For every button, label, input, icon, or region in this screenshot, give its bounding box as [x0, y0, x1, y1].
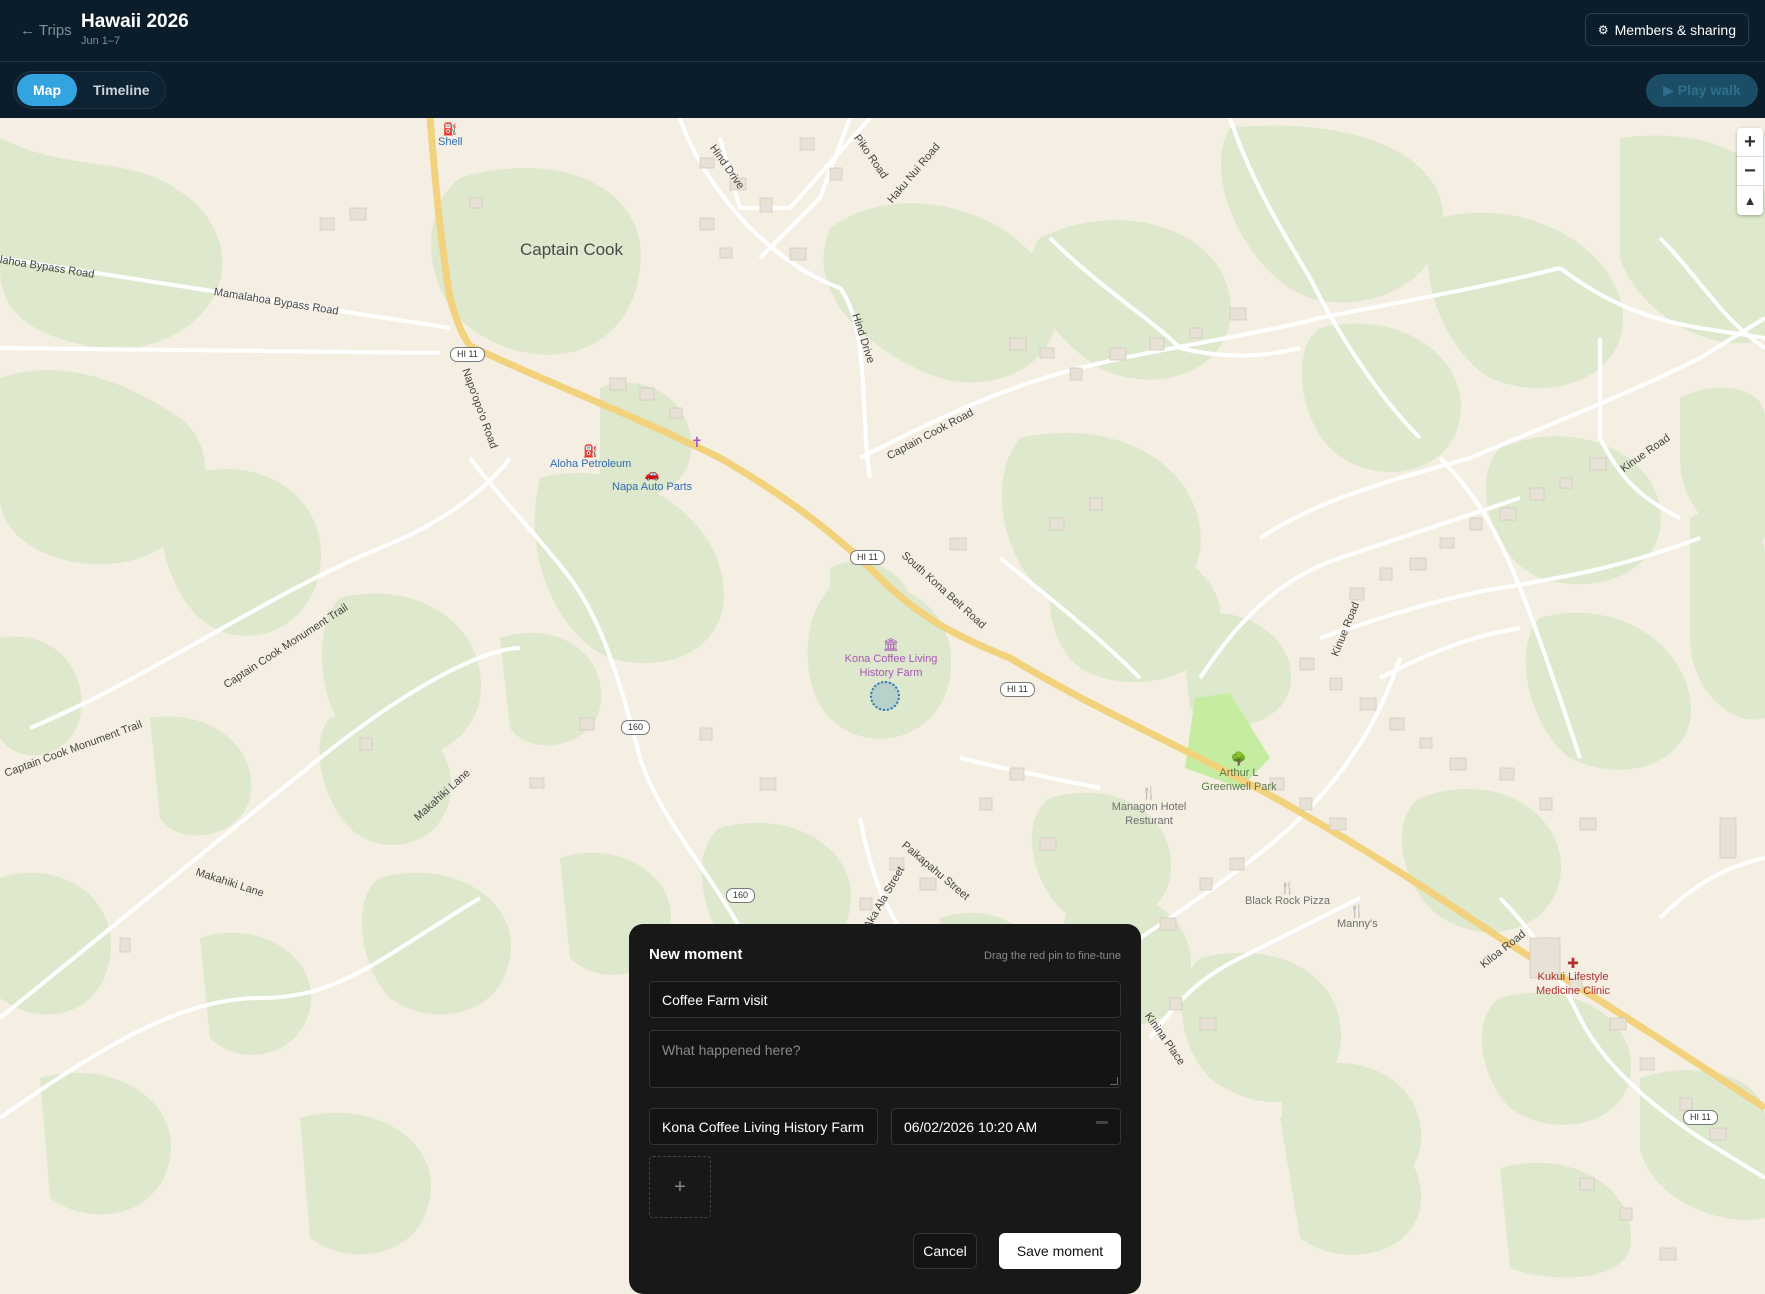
poi-napa-auto-parts[interactable]: 🚗 Napa Auto Parts [612, 467, 692, 493]
poi-label: Shell [438, 136, 463, 148]
poi-label: Kukui Lifestyle Medicine Clinic [1536, 971, 1610, 997]
zoom-control: + − ▲ [1737, 128, 1763, 215]
poi-greenwell-park[interactable]: 🌳 Arthur L Greenwell Park [1195, 752, 1283, 794]
zoom-in-button[interactable]: + [1737, 128, 1763, 157]
save-moment-button[interactable]: Save moment [999, 1233, 1121, 1269]
poi-mannys[interactable]: 🍴 Manny's [1337, 904, 1378, 930]
poi-label: Napa Auto Parts [612, 481, 693, 493]
compass-button[interactable]: ▲ [1737, 186, 1763, 215]
poi-label: Kona Coffee Living History Farm [844, 653, 938, 679]
car-icon: 🚗 [644, 467, 660, 481]
panel-title: New moment [649, 946, 743, 963]
poi-kukui-clinic[interactable]: ✚ Kukui Lifestyle Medicine Clinic [1533, 956, 1613, 998]
panel-hint: Drag the red pin to fine-tune [984, 950, 1121, 962]
restaurant-icon: 🍴 [1349, 904, 1365, 918]
poi-managon-hotel[interactable]: 🍴 Managon Hotel Resturant [1110, 786, 1188, 828]
gear-icon: ⚙ [1597, 22, 1609, 37]
poi-label: Manny's [1337, 918, 1378, 930]
tab-timeline[interactable]: Timeline [77, 74, 166, 106]
members-sharing-button[interactable]: ⚙ Members & sharing [1584, 13, 1749, 46]
route-shield: 160 [726, 888, 756, 903]
fuel-icon: ⛽ [442, 122, 458, 136]
zoom-out-button[interactable]: − [1737, 157, 1763, 186]
fuel-icon: ⛽ [583, 444, 599, 458]
notes-placeholder: What happened here? [662, 1042, 801, 1058]
location-pin[interactable] [870, 681, 900, 711]
restaurant-icon: 🍴 [1141, 786, 1157, 800]
poi-kona-coffee-farm[interactable]: 🏛 Kona Coffee Living History Farm [838, 638, 944, 680]
museum-icon: 🏛 [882, 637, 900, 652]
route-shield: 160 [621, 720, 651, 735]
church-icon: ✝ [691, 434, 703, 450]
tab-map[interactable]: Map [17, 74, 77, 106]
place-input[interactable]: Kona Coffee Living History Farm [649, 1108, 878, 1145]
poi-label: Managon Hotel Resturant [1111, 801, 1187, 827]
poi-label: Arthur L Greenwell Park [1201, 767, 1277, 793]
poi-label: Black Rock Pizza [1245, 895, 1330, 907]
new-moment-panel: New moment Drag the red pin to fine-tune… [629, 924, 1141, 1294]
route-shield: HI 11 [1683, 1110, 1718, 1125]
app-header: ← Trips Hawaii 2026 Jun 1–7 ⚙ Members & … [0, 0, 1765, 62]
resize-handle[interactable] [1110, 1077, 1118, 1085]
medical-cross-icon: ✚ [1567, 955, 1579, 971]
tree-icon: 🌳 [1230, 751, 1248, 766]
cancel-button[interactable]: Cancel [913, 1233, 977, 1269]
route-shield: HI 11 [1000, 682, 1035, 697]
poi-shell[interactable]: ⛽ Shell [438, 122, 462, 148]
trip-title: Hawaii 2026 [81, 11, 189, 32]
back-to-trips-link[interactable]: ← Trips [20, 22, 72, 39]
moment-name-input[interactable]: Coffee Farm visit [649, 981, 1121, 1018]
play-walk-button[interactable]: ▶ Play walk [1646, 74, 1758, 107]
datetime-input[interactable]: 06/02/2026 10:20 AM [891, 1108, 1121, 1145]
route-shield: HI 11 [450, 347, 485, 362]
calendar-icon[interactable] [1096, 1121, 1108, 1133]
restaurant-icon: 🍴 [1280, 881, 1295, 895]
poi-black-rock-pizza[interactable]: 🍴 Black Rock Pizza [1245, 881, 1330, 907]
route-shield: HI 11 [850, 550, 885, 565]
add-photo-button[interactable]: + [649, 1156, 711, 1218]
town-label: Captain Cook [520, 240, 624, 259]
members-sharing-label: Members & sharing [1614, 21, 1736, 38]
datetime-value: 06/02/2026 10:20 AM [904, 1118, 1038, 1135]
moment-notes-textarea[interactable]: What happened here? [649, 1030, 1121, 1088]
trip-dates: Jun 1–7 [81, 35, 121, 47]
view-toolbar: Map Timeline ▶ Play walk [0, 62, 1765, 118]
view-toggle: Map Timeline [13, 71, 166, 109]
